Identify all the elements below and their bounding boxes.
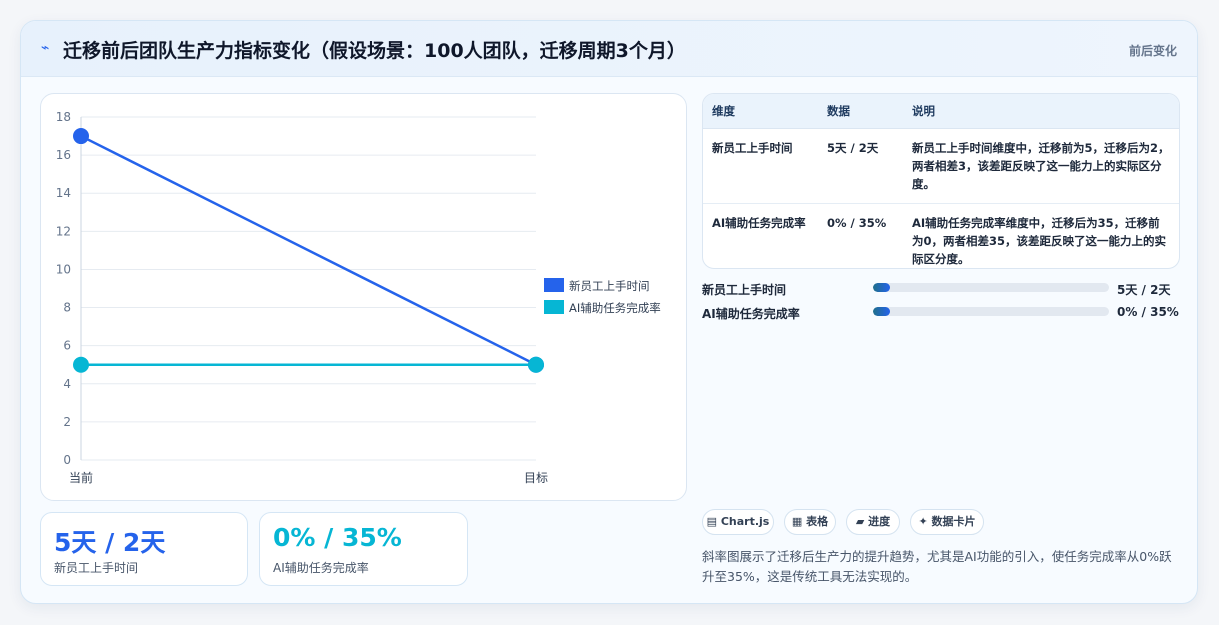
y-tick-label: 4 xyxy=(63,377,71,391)
data-table: 维度 数据 说明 新员工上手时间 5天 / 2天 新员工上手时间维度中，迁移前为… xyxy=(702,93,1180,269)
progress-value: 0% / 35% xyxy=(1117,305,1179,319)
series-line xyxy=(80,134,537,366)
table-cell: AI辅助任务完成率维度中，迁移后为35，迁移前为0，两者相差35，该差距反映了这… xyxy=(903,203,1179,268)
y-tick-label: 18 xyxy=(56,110,71,124)
stat-value: 0% / 35% xyxy=(273,523,402,552)
table-header-row: 维度 数据 说明 xyxy=(703,94,1179,129)
column-header: 数据 xyxy=(818,94,903,129)
table-cell: AI辅助任务完成率 xyxy=(703,203,818,268)
stat-card-onboarding: 5天 / 2天 新员工上手时间 xyxy=(40,512,248,586)
stat-value: 5天 / 2天 xyxy=(54,528,166,557)
progress-row: 新员工上手时间 5天 / 2天 xyxy=(702,281,1180,297)
chip-data-card[interactable]: ✦ 数据卡片 xyxy=(910,509,984,535)
page-title: 迁移前后团队生产力指标变化（假设场景：100人团队，迁移周期3个月） xyxy=(63,40,686,62)
progress-fill xyxy=(873,307,890,316)
stat-label: AI辅助任务完成率 xyxy=(273,561,369,575)
chip-chartjs[interactable]: ▤ Chart.js xyxy=(702,509,774,535)
legend-label: AI辅助任务完成率 xyxy=(569,301,661,315)
data-point xyxy=(528,356,544,373)
x-tick-label: 当前 xyxy=(69,470,93,485)
progress-label: 新员工上手时间 xyxy=(702,283,787,297)
y-tick-label: 14 xyxy=(56,186,71,200)
column-header: 说明 xyxy=(903,94,1179,129)
header-badge: 前后变化 xyxy=(1128,44,1177,58)
table-cell: 0% / 35% xyxy=(818,203,903,268)
dashboard-card: ⌁ 迁移前后团队生产力指标变化（假设场景：100人团队，迁移周期3个月） 前后变… xyxy=(20,20,1198,604)
table-row: AI辅助任务完成率 0% / 35% AI辅助任务完成率维度中，迁移后为35，迁… xyxy=(703,203,1179,268)
progress-fill xyxy=(873,283,890,292)
stat-label: 新员工上手时间 xyxy=(54,561,139,575)
y-tick-label: 2 xyxy=(63,415,71,429)
progress-track xyxy=(873,283,1109,292)
lightning-icon: ⌁ xyxy=(41,40,50,56)
y-tick-label: 12 xyxy=(56,224,71,238)
legend-label: 新员工上手时间 xyxy=(569,279,650,293)
data-point xyxy=(73,128,89,145)
y-tick-label: 10 xyxy=(56,262,71,276)
slope-chart: 0 2 4 6 8 10 12 14 16 18 当前 目标 新员工上手时间 AI辅助任务完成率 xyxy=(40,93,687,501)
y-tick-label: 6 xyxy=(63,339,71,353)
table-cell: 5天 / 2天 xyxy=(827,141,879,155)
table-cell: 新员工上手时间 xyxy=(712,141,793,155)
progress-track xyxy=(873,307,1109,316)
legend-swatch xyxy=(544,300,564,314)
chart-svg: 0 2 4 6 8 10 12 14 16 18 当前 目标 新员工上手时间 AI辅助任务完成率 xyxy=(56,110,661,485)
stat-card-ai-completion: 0% / 35% AI辅助任务完成率 xyxy=(259,512,468,586)
column-header: 维度 xyxy=(703,94,818,129)
card-header: ⌁ 迁移前后团队生产力指标变化（假设场景：100人团队，迁移周期3个月） 前后变… xyxy=(21,21,1197,77)
y-tick-label: 8 xyxy=(63,301,71,315)
data-point xyxy=(73,356,89,373)
x-tick-label: 目标 xyxy=(524,471,548,485)
chip-table[interactable]: ▦ 表格 xyxy=(784,509,836,535)
progress-value: 5天 / 2天 xyxy=(1117,283,1171,297)
table-cell: 新员工上手时间维度中，迁移前为5，迁移后为2，两者相差3，该差距反映了这一能力上… xyxy=(912,141,1170,191)
progress-row: AI辅助任务完成率 0% / 35% xyxy=(702,305,1180,321)
progress-label: AI辅助任务完成率 xyxy=(702,307,800,321)
legend-swatch xyxy=(544,278,564,292)
chart-description: 斜率图展示了迁移后生产力的提升趋势，尤其是AI功能的引入，使任务完成率从0%跃升… xyxy=(702,549,1172,584)
y-tick-label: 16 xyxy=(56,148,71,162)
chip-progress[interactable]: ▰ 进度 xyxy=(846,509,900,535)
table-row: 新员工上手时间 5天 / 2天 新员工上手时间维度中，迁移前为5，迁移后为2，两… xyxy=(703,129,1179,204)
y-tick-label: 0 xyxy=(63,453,71,467)
